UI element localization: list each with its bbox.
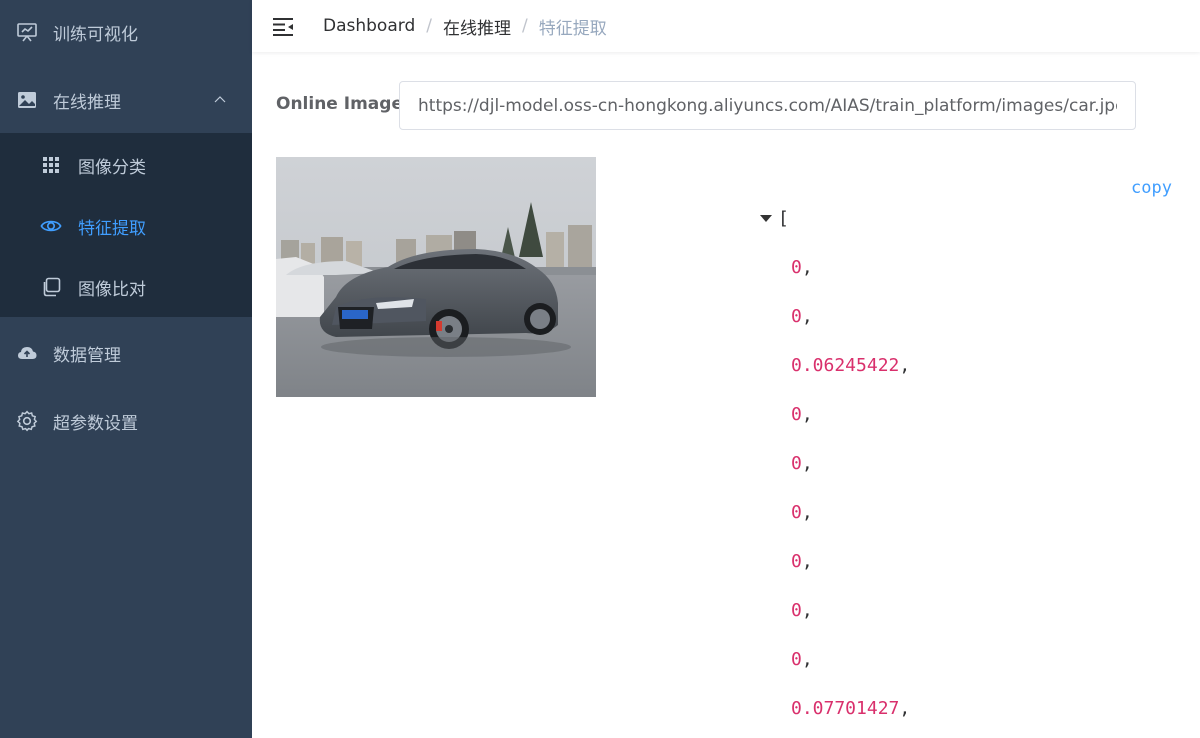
submenu-item-label: 图像比对 xyxy=(78,279,146,300)
sidebar-item-training-visualization[interactable]: 训练可视化 xyxy=(0,0,252,64)
breadcrumb-separator: / xyxy=(426,16,432,36)
json-array-item: 0, xyxy=(791,403,813,425)
json-number: 0 xyxy=(791,550,802,572)
json-array-item: 0, xyxy=(791,452,813,474)
json-open-bracket: [ xyxy=(778,207,789,229)
json-number: 0.06245422 xyxy=(791,354,900,376)
grid-icon xyxy=(40,154,62,176)
hamburger-menu-icon[interactable] xyxy=(272,15,294,37)
json-array-item: 0, xyxy=(791,256,813,278)
sidebar-item-data-management[interactable]: 数据管理 xyxy=(0,321,252,385)
submenu-item-image-comparison[interactable]: 图像比对 xyxy=(0,257,252,317)
json-number: 0 xyxy=(791,305,802,327)
json-array-item: 0, xyxy=(791,599,813,621)
navbar: Dashboard / 在线推理 / 特征提取 xyxy=(252,0,1200,52)
sidebar-item-label: 在线推理 xyxy=(53,92,121,113)
chevron-up-icon xyxy=(212,92,228,108)
json-array-item: 0.06245422, xyxy=(791,354,911,376)
presentation-chart-icon xyxy=(16,21,38,43)
picture-icon xyxy=(16,89,38,111)
breadcrumb: Dashboard / 在线推理 / 特征提取 xyxy=(323,0,607,52)
copy-icon xyxy=(40,276,62,298)
json-number: 0 xyxy=(791,599,802,621)
json-number: 0 xyxy=(791,501,802,523)
sidebar-item-label: 超参数设置 xyxy=(53,413,138,434)
json-number: 0 xyxy=(791,648,802,670)
submenu-item-label: 图像分类 xyxy=(78,157,146,178)
json-number: 0 xyxy=(791,256,802,278)
json-number: 0 xyxy=(791,452,802,474)
breadcrumb-item-dashboard[interactable]: Dashboard xyxy=(323,16,415,36)
submenu: 图像分类 特征提取 图像比对 xyxy=(0,133,252,317)
json-array-item: 0, xyxy=(791,648,813,670)
submenu-item-label: 特征提取 xyxy=(78,218,146,239)
copy-button[interactable]: copy xyxy=(1131,178,1172,198)
sidebar-item-label: 训练可视化 xyxy=(53,24,138,45)
json-array-item: 0, xyxy=(791,550,813,572)
json-array-item: 0, xyxy=(791,501,813,523)
sidebar-item-online-inference[interactable]: 在线推理 xyxy=(0,68,252,132)
image-url-input[interactable] xyxy=(399,81,1136,130)
submenu-item-image-classification[interactable]: 图像分类 xyxy=(0,135,252,195)
submenu-item-feature-extraction[interactable]: 特征提取 xyxy=(0,196,252,256)
json-array-item: 0.07701427, xyxy=(791,697,911,719)
sidebar-item-hyperparameter-settings[interactable]: 超参数设置 xyxy=(0,389,252,453)
eye-icon xyxy=(40,215,62,237)
breadcrumb-item-online-inference[interactable]: 在线推理 xyxy=(443,14,511,39)
json-number: 0 xyxy=(791,403,802,425)
json-array-item: 0, xyxy=(791,305,813,327)
online-image-label: Online Image xyxy=(276,94,403,114)
caret-down-icon xyxy=(760,214,772,222)
car-preview-image xyxy=(276,157,596,397)
json-number: 0.07701427 xyxy=(791,697,900,719)
cloud-upload-icon xyxy=(16,342,38,364)
sidebar: 训练可视化 在线推理 图像分类 特征提取 图像比对 数据管理 超参数设置 xyxy=(0,0,252,738)
json-array-toggle[interactable]: [ xyxy=(760,205,960,231)
gear-icon xyxy=(16,410,38,432)
sidebar-item-label: 数据管理 xyxy=(53,345,121,366)
breadcrumb-item-current: 特征提取 xyxy=(538,18,607,39)
breadcrumb-separator: / xyxy=(521,16,528,36)
